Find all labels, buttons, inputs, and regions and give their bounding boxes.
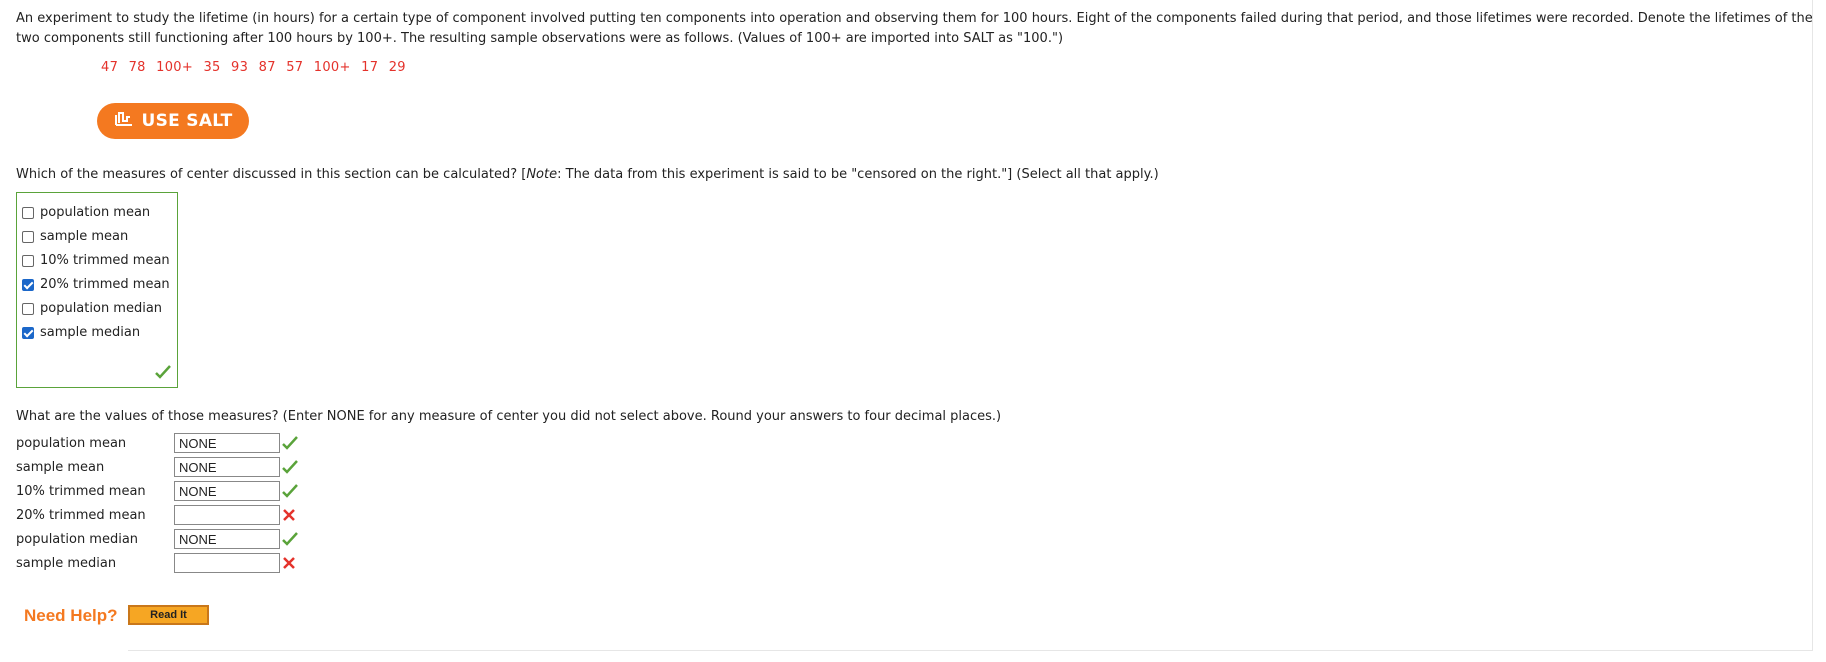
population-median-input[interactable] — [174, 529, 280, 549]
need-help-label: Need Help? — [24, 606, 118, 625]
answer-label: 20% trimmed mean — [16, 508, 146, 523]
correct-check-icon — [282, 460, 298, 478]
population-mean-input[interactable] — [174, 433, 280, 453]
choice-population-median[interactable]: population median — [22, 301, 162, 316]
choice-10-trimmed-mean[interactable]: 10% trimmed mean — [22, 253, 170, 268]
question-measures-of-center: Which of the measures of center discusse… — [16, 167, 1159, 182]
correct-check-icon — [282, 436, 298, 454]
checkbox[interactable] — [22, 254, 34, 267]
question-prefix: Which of the measures of center discusse… — [16, 167, 527, 182]
incorrect-x-icon — [282, 508, 296, 526]
use-salt-button[interactable]: USE SALT — [97, 103, 249, 139]
question-suffix: : The data from this experiment is said … — [557, 167, 1159, 182]
choice-label: 10% trimmed mean — [40, 253, 170, 268]
sample-median-input[interactable] — [174, 553, 280, 573]
salt-chart-icon — [114, 111, 134, 132]
note-label: Note — [526, 167, 558, 182]
panel-border-bottom — [128, 650, 1813, 651]
checkbox-checked[interactable] — [22, 326, 34, 339]
choice-population-mean[interactable]: population mean — [22, 205, 150, 220]
incorrect-x-icon — [282, 556, 296, 574]
sample-observations: 47 78 100+ 35 93 87 57 100+ 17 29 — [101, 60, 406, 75]
choice-label: population mean — [40, 205, 151, 220]
panel-border-right — [1812, 0, 1813, 650]
read-it-button[interactable]: Read It — [128, 605, 209, 625]
correct-check-icon — [282, 532, 298, 550]
correct-check-icon — [282, 484, 298, 502]
answer-label: population mean — [16, 436, 127, 451]
answer-label: population median — [16, 532, 139, 547]
choice-label: sample mean — [40, 229, 129, 244]
checkbox[interactable] — [22, 302, 34, 315]
checkbox[interactable] — [22, 230, 34, 243]
checkbox[interactable] — [22, 206, 34, 219]
question-values: What are the values of those measures? (… — [16, 409, 1002, 424]
answer-label: sample median — [16, 556, 117, 571]
problem-intro: An experiment to study the lifetime (in … — [16, 11, 1813, 46]
use-salt-label: USE SALT — [141, 111, 233, 131]
checkbox-checked[interactable] — [22, 278, 34, 291]
answer-label: sample mean — [16, 460, 105, 475]
choice-sample-median[interactable]: sample median — [22, 325, 140, 340]
correct-check-icon — [155, 364, 171, 383]
choice-label: population median — [40, 301, 163, 316]
answer-label: 10% trimmed mean — [16, 484, 146, 499]
measures-checkbox-group: population mean sample mean 10% trimmed … — [16, 192, 178, 388]
sample-mean-input[interactable] — [174, 457, 280, 477]
choice-label: sample median — [40, 325, 141, 340]
choice-20-trimmed-mean[interactable]: 20% trimmed mean — [22, 277, 170, 292]
trimmed-mean-10-input[interactable] — [174, 481, 280, 501]
choice-sample-mean[interactable]: sample mean — [22, 229, 128, 244]
trimmed-mean-20-input[interactable] — [174, 505, 280, 525]
choice-label: 20% trimmed mean — [40, 277, 170, 292]
